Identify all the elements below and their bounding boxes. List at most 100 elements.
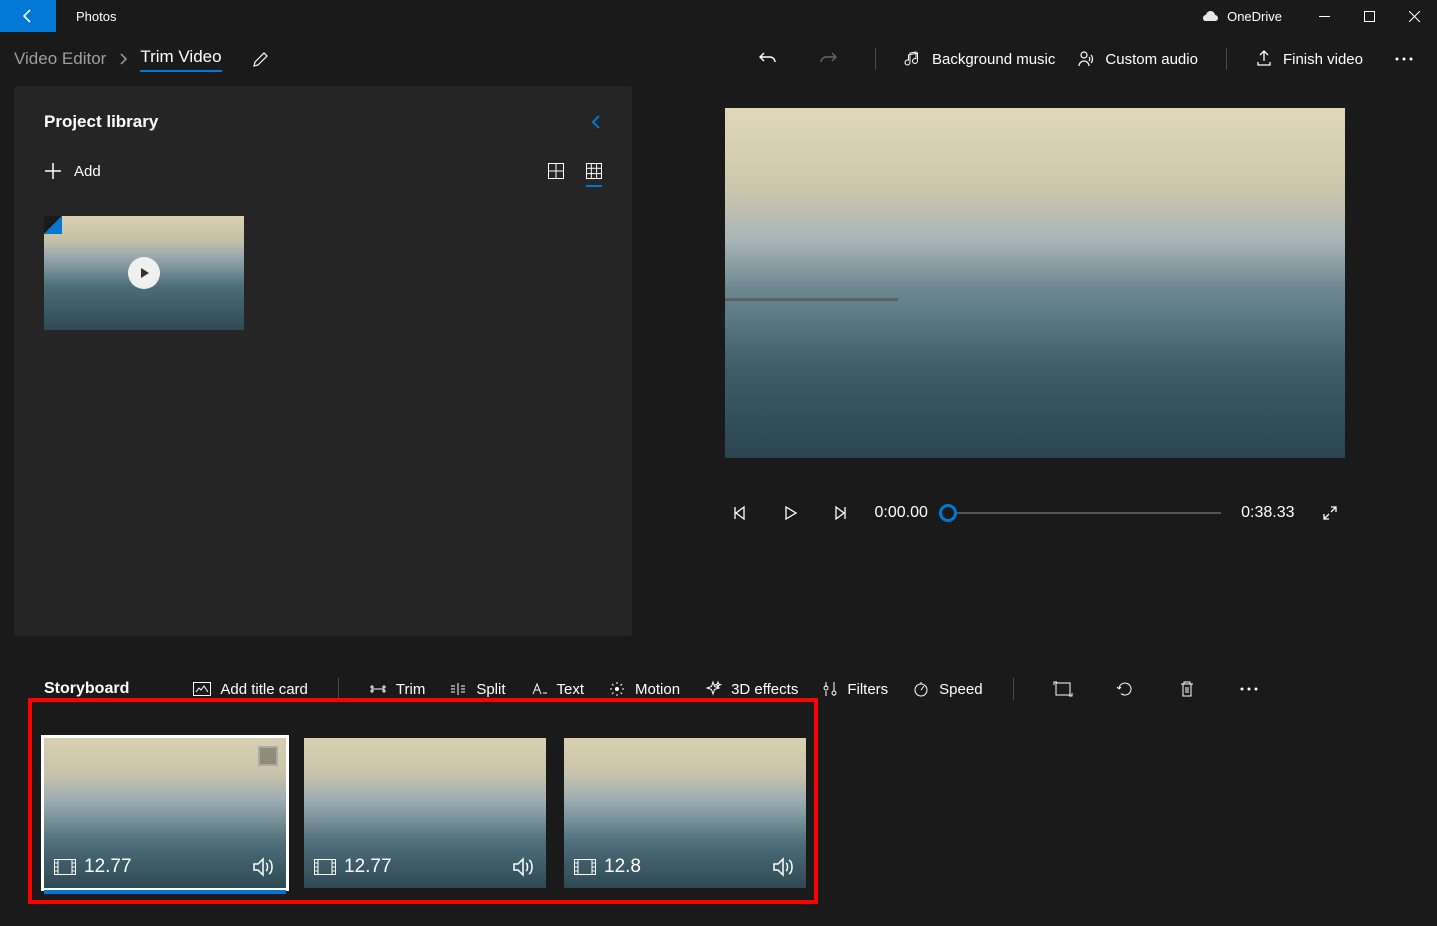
skip-back-icon xyxy=(732,505,748,521)
grid-large-icon xyxy=(548,163,564,179)
trim-button[interactable]: Trim xyxy=(369,681,425,698)
speed-label: Speed xyxy=(939,681,982,698)
delete-button[interactable] xyxy=(1168,670,1206,708)
chevron-right-icon xyxy=(118,52,128,66)
add-label: Add xyxy=(74,163,101,180)
view-large-button[interactable] xyxy=(548,163,564,179)
clip-duration: 12.77 xyxy=(84,856,132,878)
library-title: Project library xyxy=(44,112,158,132)
text-label: Text xyxy=(557,681,585,698)
close-button[interactable] xyxy=(1392,0,1437,32)
film-icon xyxy=(574,859,596,875)
ellipsis-icon xyxy=(1395,57,1413,61)
clip-volume-button[interactable] xyxy=(252,857,276,877)
clip-volume-button[interactable] xyxy=(772,857,796,877)
clip-volume-button[interactable] xyxy=(512,857,536,877)
chevron-left-icon xyxy=(590,113,602,131)
library-collapse-button[interactable] xyxy=(590,113,602,131)
clip-duration: 12.8 xyxy=(604,856,641,878)
maximize-button[interactable] xyxy=(1347,0,1392,32)
resize-icon xyxy=(1053,681,1073,697)
divider xyxy=(338,678,339,700)
rotate-button[interactable] xyxy=(1106,670,1144,708)
breadcrumb-current[interactable]: Trim Video xyxy=(140,47,221,72)
storyboard-clip[interactable]: 12.77 xyxy=(304,738,546,888)
storyboard-clips: 12.77 12.77 12.8 xyxy=(44,738,1393,888)
onedrive-label: OneDrive xyxy=(1227,9,1282,24)
grid-small-icon xyxy=(586,163,602,179)
arrow-left-icon xyxy=(20,8,36,24)
motion-icon xyxy=(608,680,626,698)
motion-label: Motion xyxy=(635,681,680,698)
more-button[interactable] xyxy=(1385,40,1423,78)
prev-frame-button[interactable] xyxy=(725,498,755,528)
ellipsis-icon xyxy=(1240,687,1258,691)
close-icon xyxy=(1409,11,1420,22)
storyboard-more-button[interactable] xyxy=(1230,670,1268,708)
project-library-panel: Project library Add xyxy=(14,86,632,636)
seek-slider[interactable] xyxy=(948,512,1221,514)
split-label: Split xyxy=(476,681,505,698)
filters-button[interactable]: Filters xyxy=(822,680,888,698)
add-media-button[interactable]: Add xyxy=(44,162,101,180)
plus-icon xyxy=(44,162,62,180)
main-area: Project library Add xyxy=(0,86,1437,636)
library-clip-thumbnail[interactable] xyxy=(44,216,244,330)
divider xyxy=(875,48,876,70)
redo-button[interactable] xyxy=(809,40,847,78)
resize-button[interactable] xyxy=(1044,670,1082,708)
clip-checkbox[interactable] xyxy=(258,746,278,766)
effects-3d-button[interactable]: 3D effects xyxy=(704,680,798,698)
finish-video-button[interactable]: Finish video xyxy=(1255,50,1363,68)
storyboard-panel: Storyboard Add title card Trim Split Tex… xyxy=(0,636,1437,926)
person-audio-icon xyxy=(1077,50,1095,68)
playback-controls: 0:00.00 0:38.33 xyxy=(725,498,1345,528)
text-icon xyxy=(530,682,548,696)
time-current: 0:00.00 xyxy=(875,504,928,522)
undo-button[interactable] xyxy=(749,40,787,78)
speed-button[interactable]: Speed xyxy=(912,680,982,698)
title-card-icon xyxy=(193,682,211,696)
motion-button[interactable]: Motion xyxy=(608,680,680,698)
film-icon xyxy=(314,859,336,875)
filters-label: Filters xyxy=(847,681,888,698)
seek-thumb[interactable] xyxy=(939,504,957,522)
maximize-icon xyxy=(1364,11,1375,22)
play-button[interactable] xyxy=(775,498,805,528)
preview-pane: 0:00.00 0:38.33 xyxy=(632,86,1437,636)
add-title-card-label: Add title card xyxy=(220,681,308,698)
add-title-card-button[interactable]: Add title card xyxy=(193,681,308,698)
finish-video-label: Finish video xyxy=(1283,51,1363,68)
minimize-icon xyxy=(1319,11,1330,22)
breadcrumb: Video Editor Trim Video xyxy=(14,47,222,72)
divider xyxy=(1226,48,1227,70)
view-small-button[interactable] xyxy=(586,163,602,179)
titlebar: Photos OneDrive xyxy=(0,0,1437,32)
rename-button[interactable] xyxy=(242,40,280,78)
split-icon xyxy=(449,682,467,696)
next-frame-button[interactable] xyxy=(825,498,855,528)
clip-duration: 12.77 xyxy=(344,856,392,878)
back-button[interactable] xyxy=(0,0,56,32)
export-icon xyxy=(1255,50,1273,68)
onedrive-status[interactable]: OneDrive xyxy=(1201,9,1302,24)
music-icon xyxy=(904,50,922,68)
filters-icon xyxy=(822,680,838,698)
time-total: 0:38.33 xyxy=(1241,504,1294,522)
storyboard-clip[interactable]: 12.77 xyxy=(44,738,286,888)
breadcrumb-root[interactable]: Video Editor xyxy=(14,49,106,69)
redo-icon xyxy=(818,49,838,69)
pencil-icon xyxy=(252,50,270,68)
video-preview[interactable] xyxy=(725,108,1345,458)
minimize-button[interactable] xyxy=(1302,0,1347,32)
trash-icon xyxy=(1179,680,1195,698)
fullscreen-button[interactable] xyxy=(1315,498,1345,528)
storyboard-clip[interactable]: 12.8 xyxy=(564,738,806,888)
background-music-button[interactable]: Background music xyxy=(904,50,1055,68)
undo-icon xyxy=(758,49,778,69)
divider xyxy=(1013,678,1014,700)
custom-audio-button[interactable]: Custom audio xyxy=(1077,50,1198,68)
split-button[interactable]: Split xyxy=(449,681,505,698)
text-button[interactable]: Text xyxy=(530,681,585,698)
trim-icon xyxy=(369,682,387,696)
